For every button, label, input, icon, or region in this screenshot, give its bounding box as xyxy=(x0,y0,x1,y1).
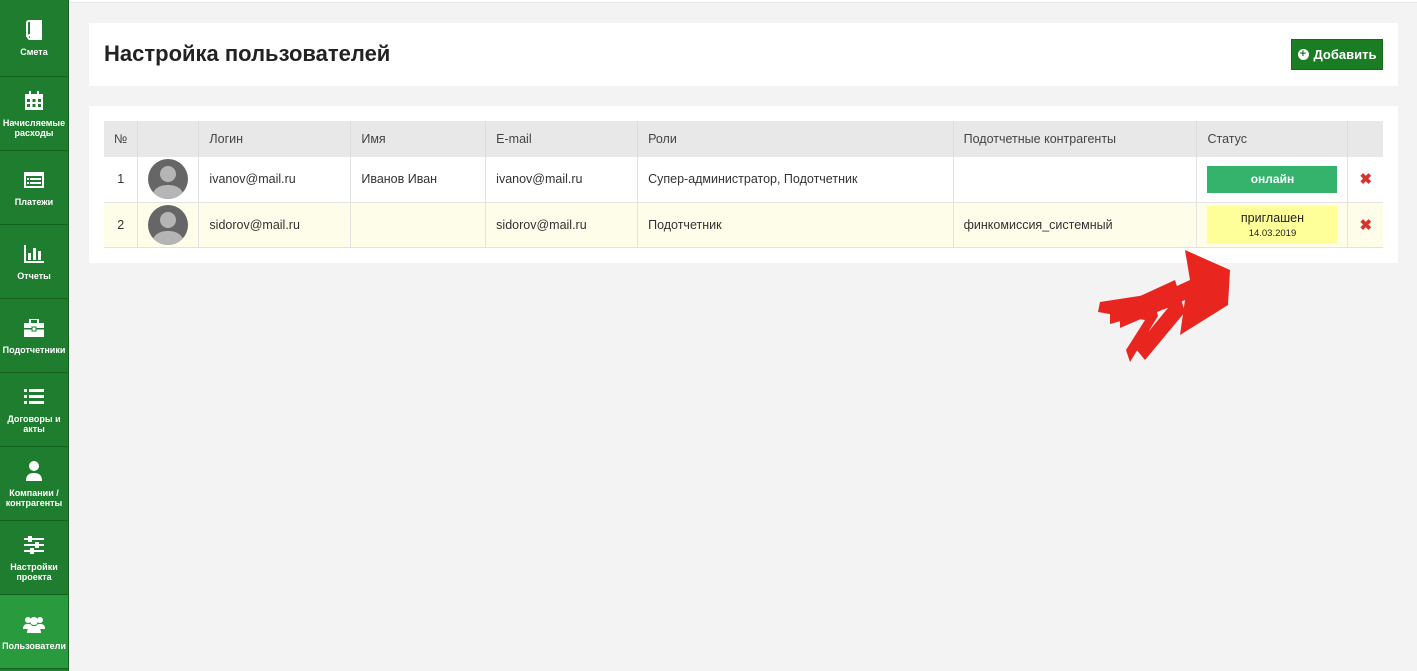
add-button-label: Добавить xyxy=(1313,47,1377,62)
col-accounts[interactable]: Подотчетные контрагенты xyxy=(952,121,1197,157)
status-cell: приглашен 14.03.2019 xyxy=(1196,202,1348,248)
close-icon: ✖ xyxy=(1359,171,1373,189)
status-date: 14.03.2019 xyxy=(1248,227,1297,239)
sidebar-item-label: Смета xyxy=(20,47,48,57)
status-badge: онлайн xyxy=(1207,165,1338,193)
bar-chart-icon xyxy=(23,243,45,265)
accounts-cell: финкомиссия_системный xyxy=(952,202,1197,248)
col-name[interactable]: Имя xyxy=(350,121,486,157)
accounts-cell xyxy=(952,157,1197,203)
col-email[interactable]: E-mail xyxy=(485,121,638,157)
user-icon xyxy=(23,460,45,482)
email-cell: ivanov@mail.ru xyxy=(485,157,638,203)
sidebar-item-label: Платежи xyxy=(14,196,54,207)
pointer-arrows-icon xyxy=(1098,250,1230,362)
email-cell: sidorov@mail.ru xyxy=(485,202,638,248)
sidebar-item-reports[interactable]: Отчеты xyxy=(0,225,68,299)
sidebar-item-accountables[interactable]: Подотчетники xyxy=(0,299,68,373)
add-user-button[interactable]: + Добавить xyxy=(1291,39,1383,70)
page-header: Настройка пользователей + Добавить xyxy=(89,23,1398,86)
avatar-cell xyxy=(137,202,199,248)
status-cell: онлайн xyxy=(1196,157,1348,203)
name-cell xyxy=(350,202,486,248)
col-status[interactable]: Статус xyxy=(1196,121,1348,157)
col-roles[interactable]: Роли xyxy=(637,121,954,157)
sliders-icon xyxy=(23,534,45,556)
close-icon: ✖ xyxy=(1359,216,1373,234)
sidebar-item-label: Настройки проекта xyxy=(10,561,58,582)
sidebar-item-payments[interactable]: Платежи xyxy=(0,151,68,225)
avatar xyxy=(148,204,189,245)
sidebar-item-label: Договоры и акты xyxy=(7,413,61,434)
users-table: № Логин Имя E-mail Роли Подотчетные конт… xyxy=(104,121,1383,248)
col-actions xyxy=(1347,121,1383,157)
page-title: Настройка пользователей xyxy=(104,41,391,66)
users-table-panel: № Логин Имя E-mail Роли Подотчетные конт… xyxy=(89,106,1398,263)
col-avatar xyxy=(137,121,199,157)
sidebar-item-companies[interactable]: Компании / контрагенты xyxy=(0,447,68,521)
sidebar-item-accrued-expenses[interactable]: Начисляемые расходы xyxy=(0,77,68,151)
avatar-cell xyxy=(137,157,199,203)
table-row[interactable]: 2 sidorov@mail.ru sidorov@mail.ru Подотч… xyxy=(104,202,1383,248)
sidebar-item-label: Компании / контрагенты xyxy=(5,487,63,508)
table-row[interactable]: 1 ivanov@mail.ru Иванов Иван ivanov@mail… xyxy=(104,157,1383,203)
avatar xyxy=(148,159,189,200)
book-icon xyxy=(23,19,45,41)
sidebar-item-label: Начисляемые расходы xyxy=(2,117,66,138)
col-number: № xyxy=(114,132,128,146)
list-window-icon xyxy=(23,169,45,191)
sidebar-item-label: Подотчетники xyxy=(2,344,66,355)
top-bar xyxy=(69,0,1417,3)
status-text: приглашен xyxy=(1240,210,1305,225)
table-header-row: № Логин Имя E-mail Роли Подотчетные конт… xyxy=(104,121,1383,157)
delete-button[interactable]: ✖ xyxy=(1347,157,1383,203)
delete-button[interactable]: ✖ xyxy=(1347,202,1383,248)
plus-circle-icon: + xyxy=(1297,49,1309,60)
sidebar-item-project-settings[interactable]: Настройки проекта xyxy=(0,521,68,595)
sidebar: Смета Начисляемые расходы Платежи Отчеты… xyxy=(0,0,69,671)
sidebar-item-label: Пользователи xyxy=(2,640,66,651)
roles-cell: Подотчетник xyxy=(637,202,954,248)
list-icon xyxy=(23,386,45,408)
login-cell: ivanov@mail.ru xyxy=(198,157,351,203)
status-badge: приглашен 14.03.2019 xyxy=(1207,205,1338,244)
sidebar-item-estimate[interactable]: Смета xyxy=(0,0,68,77)
briefcase-icon xyxy=(23,317,45,339)
roles-cell: Супер-администратор, Подотчетник xyxy=(637,157,954,203)
users-icon xyxy=(23,613,45,635)
login-cell: sidorov@mail.ru xyxy=(198,202,351,248)
sidebar-item-contracts[interactable]: Договоры и акты xyxy=(0,373,68,447)
row-number: 1 xyxy=(104,157,138,203)
row-number: 2 xyxy=(104,202,138,248)
sidebar-item-label: Отчеты xyxy=(17,270,51,281)
name-cell: Иванов Иван xyxy=(350,157,486,203)
sidebar-item-users[interactable]: Пользователи xyxy=(0,595,68,669)
col-login[interactable]: Логин xyxy=(198,121,351,157)
calendar-icon xyxy=(23,90,45,112)
